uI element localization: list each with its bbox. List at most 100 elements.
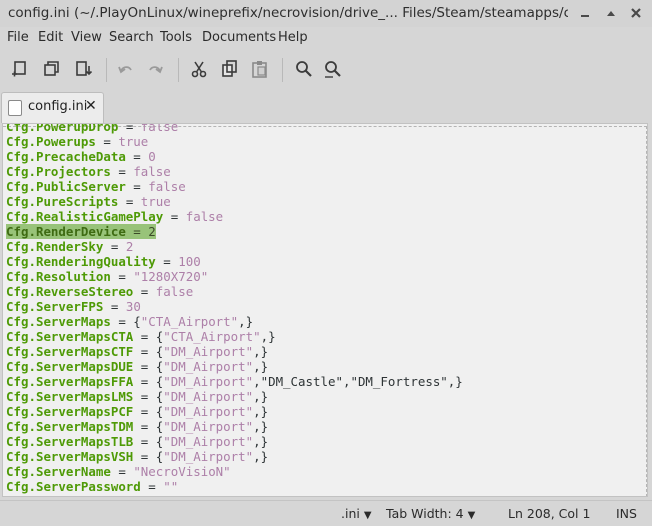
close-button[interactable] xyxy=(626,3,646,23)
config-value: 100 xyxy=(178,254,201,269)
operator: = xyxy=(103,239,126,254)
menu-tools[interactable]: Tools xyxy=(160,30,192,45)
config-value: "DM_Airport" xyxy=(163,404,254,419)
config-value: "DM_Airport" xyxy=(163,344,254,359)
config-key: Cfg.PowerupDrop xyxy=(6,123,119,134)
config-key: Cfg.RenderingQuality xyxy=(6,254,156,269)
operator: = { xyxy=(133,404,164,419)
config-value: 2 xyxy=(125,239,134,254)
redo-icon xyxy=(149,66,163,74)
minimize-button[interactable] xyxy=(575,3,595,23)
menu-view[interactable]: View xyxy=(71,30,102,45)
config-key: Cfg.ServerMapsVSH xyxy=(6,449,134,464)
config-key: Cfg.RealisticGamePlay xyxy=(6,209,164,224)
code-line: Cfg.RenderSky = 2 xyxy=(6,239,463,254)
operator: = xyxy=(140,479,164,494)
cursor-position: Ln 208, Col 1 xyxy=(508,506,591,521)
operator: = xyxy=(118,123,141,134)
menu-search[interactable]: Search xyxy=(109,30,154,45)
operator: = xyxy=(110,164,134,179)
config-value: "DM_Airport" xyxy=(163,374,254,389)
tab-width-label: Tab Width: 4 xyxy=(386,506,464,521)
cut-button[interactable] xyxy=(187,57,211,81)
config-value: "CTA_Airport" xyxy=(163,329,261,344)
menu-edit[interactable]: Edit xyxy=(38,30,63,45)
config-key: Cfg.ServerMapsTLB xyxy=(6,434,134,449)
open-document-icon xyxy=(44,61,59,76)
document-tabs: config.ini ✕ xyxy=(0,90,652,123)
toolbar xyxy=(0,50,652,88)
operator: = xyxy=(95,134,119,149)
config-value: false xyxy=(140,123,179,134)
config-value: "1280X720" xyxy=(133,269,209,284)
config-key: Cfg.ServerMapsCTA xyxy=(6,329,134,344)
config-value: "DM_Airport" xyxy=(163,389,254,404)
code-line: Cfg.PublicServer = false xyxy=(6,179,463,194)
maximize-icon xyxy=(607,11,615,16)
config-value: 2 xyxy=(148,224,156,239)
value-tail: ,} xyxy=(253,389,269,404)
config-value: 30 xyxy=(125,299,141,314)
menu-file[interactable]: File xyxy=(7,30,29,45)
code-line: Cfg.Projectors = false xyxy=(6,164,463,179)
config-key: Cfg.ServerMapsTDM xyxy=(6,419,134,434)
tab-config-ini[interactable]: config.ini ✕ xyxy=(1,92,104,123)
new-document-icon xyxy=(12,61,26,77)
config-value: "DM_Airport" xyxy=(163,434,254,449)
menu-bar: File Edit View Search Tools Documents He… xyxy=(0,27,652,49)
operator: = xyxy=(125,149,149,164)
minimize-icon xyxy=(581,15,589,17)
open-document-button[interactable] xyxy=(40,57,64,81)
tab-width-selector[interactable]: Tab Width: 4 ▼ xyxy=(386,506,475,521)
config-value: 0 xyxy=(148,149,156,164)
code-line: Cfg.Resolution = "1280X720" xyxy=(6,269,463,284)
config-key: Cfg.ServerPassword xyxy=(6,479,141,494)
code-line: Cfg.ServerName = "NecroVisioN" xyxy=(6,464,463,479)
code-line: Cfg.ServerMapsLMS = {"DM_Airport",} xyxy=(6,389,463,404)
config-key: Cfg.Resolution xyxy=(6,269,111,284)
operator: = xyxy=(125,224,149,239)
menu-help[interactable]: Help xyxy=(278,30,308,45)
config-key: Cfg.ServerMapsLMS xyxy=(6,389,134,404)
code-line: Cfg.ServerMapsDUE = {"DM_Airport",} xyxy=(6,359,463,374)
redo-button[interactable] xyxy=(143,57,167,81)
copy-icon xyxy=(222,60,237,77)
paste-button[interactable] xyxy=(248,57,272,81)
config-key: Cfg.Powerups xyxy=(6,134,96,149)
language-selector[interactable]: .ini ▼ xyxy=(341,506,372,521)
maximize-button[interactable] xyxy=(601,3,621,23)
operator: = xyxy=(103,299,126,314)
config-key: Cfg.Projectors xyxy=(6,164,111,179)
operator: = xyxy=(110,269,134,284)
operator: = xyxy=(163,209,186,224)
config-key: Cfg.PrecacheData xyxy=(6,149,126,164)
copy-button[interactable] xyxy=(218,57,242,81)
code-line: Cfg.PrecacheData = 0 xyxy=(6,149,463,164)
save-document-button[interactable] xyxy=(72,57,96,81)
find-replace-button[interactable] xyxy=(321,57,345,81)
operator: = xyxy=(155,254,179,269)
config-value: "CTA_Airport" xyxy=(140,314,239,329)
tab-close-icon[interactable]: ✕ xyxy=(85,98,97,114)
paste-icon xyxy=(252,61,267,78)
operator: = { xyxy=(133,434,164,449)
config-key: Cfg.RenderDevice xyxy=(6,224,126,239)
new-document-button[interactable] xyxy=(8,57,32,81)
find-button[interactable] xyxy=(292,57,316,81)
operator: = { xyxy=(133,329,164,344)
code-line: Cfg.ServerFPS = 30 xyxy=(6,299,463,314)
value-tail: ,} xyxy=(238,314,254,329)
editor-text: Cfg.PowerupDrop = false Cfg.Powerups = tr… xyxy=(6,123,463,494)
code-line: Cfg.ServerPassword = "" xyxy=(6,479,463,494)
window-title: config.ini (~/.PlayOnLinux/wineprefix/ne… xyxy=(8,5,568,21)
config-key: Cfg.ServerName xyxy=(6,464,111,479)
config-key: Cfg.ReverseStereo xyxy=(6,284,134,299)
value-tail: ,} xyxy=(253,404,269,419)
find-replace-icon xyxy=(325,61,341,78)
menu-documents[interactable]: Documents xyxy=(202,30,276,45)
code-line: Cfg.RealisticGamePlay = false xyxy=(6,209,463,224)
text-editor[interactable]: Cfg.PowerupDrop = false Cfg.Powerups = tr… xyxy=(2,123,648,497)
operator: = xyxy=(133,284,156,299)
undo-button[interactable] xyxy=(114,57,138,81)
config-value: "NecroVisioN" xyxy=(133,464,231,479)
